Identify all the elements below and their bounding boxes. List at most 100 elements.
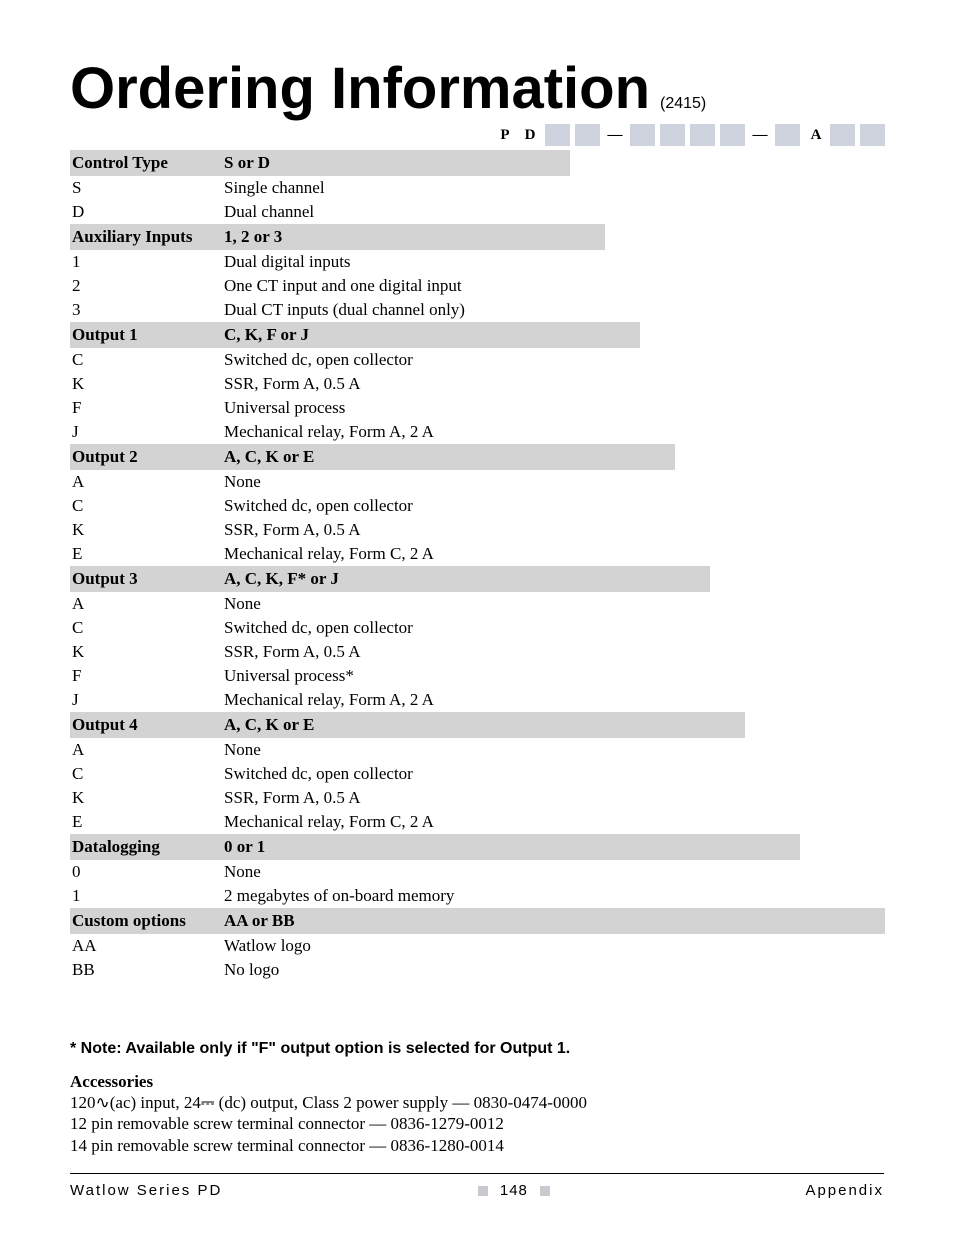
page-footer: Watlow Series PD 148 Appendix	[70, 1173, 884, 1199]
option-desc: None	[222, 860, 885, 884]
option-desc: Mechanical relay, Form A, 2 A	[222, 688, 885, 712]
option-code: F	[70, 396, 222, 420]
code-D: D	[520, 124, 540, 146]
option-desc: None	[222, 592, 885, 616]
section-options: C, K, F or J	[222, 322, 640, 348]
section-options: A, C, K, F* or J	[222, 566, 710, 592]
footer-center: 148	[478, 1182, 550, 1199]
section-name: Auxiliary Inputs	[70, 224, 222, 250]
code-cell	[630, 124, 655, 146]
option-row: C Switched dc, open collector	[70, 762, 885, 786]
option-row: J Mechanical relay, Form A, 2 A	[70, 420, 885, 444]
option-code: 1	[70, 884, 222, 908]
option-desc: Dual digital inputs	[222, 250, 885, 274]
option-desc: Switched dc, open collector	[222, 762, 885, 786]
section-name: Output 3	[70, 566, 222, 592]
option-row: E Mechanical relay, Form C, 2 A	[70, 810, 885, 834]
accessory-line: 14 pin removable screw terminal connecto…	[70, 1135, 884, 1156]
footnote: * Note: Available only if "F" output opt…	[70, 1040, 884, 1058]
option-desc: Switched dc, open collector	[222, 616, 885, 640]
section-head: Control Type S or D	[70, 150, 570, 176]
ordering-table: Control Type S or D S Single channel D D…	[70, 150, 885, 982]
option-desc: SSR, Form A, 0.5 A	[222, 518, 885, 542]
code-cell	[720, 124, 745, 146]
title-code: (2415)	[660, 95, 706, 113]
option-row: A None	[70, 470, 885, 494]
option-code: K	[70, 518, 222, 542]
title-line: Ordering Information (2415)	[70, 60, 884, 118]
code-P: P	[495, 124, 515, 146]
option-row: K SSR, Form A, 0.5 A	[70, 640, 885, 664]
code-cell	[830, 124, 855, 146]
option-desc: SSR, Form A, 0.5 A	[222, 640, 885, 664]
option-code: C	[70, 348, 222, 372]
option-desc: Mechanical relay, Form C, 2 A	[222, 542, 885, 566]
option-row: AA Watlow logo	[70, 934, 885, 958]
code-cell	[690, 124, 715, 146]
option-row: D Dual channel	[70, 200, 885, 224]
option-code: A	[70, 470, 222, 494]
page-number: 148	[500, 1182, 528, 1199]
option-desc: No logo	[222, 958, 885, 982]
section-options: A, C, K or E	[222, 444, 675, 470]
option-code: C	[70, 616, 222, 640]
option-code: J	[70, 688, 222, 712]
section-head: Output 4 A, C, K or E	[70, 712, 745, 738]
page-title: Ordering Information	[70, 60, 650, 118]
option-row: C Switched dc, open collector	[70, 348, 885, 372]
option-desc: Switched dc, open collector	[222, 494, 885, 518]
accessory-line: 120∿(ac) input, 24⎓ (dc) output, Class 2…	[70, 1092, 884, 1113]
footer-right: Appendix	[805, 1182, 884, 1199]
option-desc: SSR, Form A, 0.5 A	[222, 786, 885, 810]
section-head: Auxiliary Inputs 1, 2 or 3	[70, 224, 605, 250]
option-row: J Mechanical relay, Form A, 2 A	[70, 688, 885, 712]
option-desc: 2 megabytes of on-board memory	[222, 884, 885, 908]
square-icon	[540, 1186, 550, 1196]
option-row: A None	[70, 738, 885, 762]
option-desc: None	[222, 738, 885, 762]
option-desc: Universal process*	[222, 664, 885, 688]
section-options: A, C, K or E	[222, 712, 745, 738]
option-code: K	[70, 640, 222, 664]
section-options: 0 or 1	[222, 834, 800, 860]
option-code: A	[70, 592, 222, 616]
option-code: E	[70, 810, 222, 834]
option-row: 1 Dual digital inputs	[70, 250, 885, 274]
section-head: Datalogging 0 or 1	[70, 834, 800, 860]
option-code: E	[70, 542, 222, 566]
accessories-heading: Accessories	[70, 1072, 884, 1092]
section-name: Output 4	[70, 712, 222, 738]
option-desc: Switched dc, open collector	[222, 348, 885, 372]
section-name: Control Type	[70, 150, 222, 176]
option-row: C Switched dc, open collector	[70, 616, 885, 640]
option-code: C	[70, 762, 222, 786]
code-cell	[660, 124, 685, 146]
code-cell	[860, 124, 885, 146]
code-dash1: —	[605, 124, 625, 146]
option-row: K SSR, Form A, 0.5 A	[70, 372, 885, 396]
code-A: A	[806, 124, 826, 146]
code-cell	[775, 124, 800, 146]
section-head: Output 3 A, C, K, F* or J	[70, 566, 710, 592]
option-code: 0	[70, 860, 222, 884]
option-code: S	[70, 176, 222, 200]
option-desc: Mechanical relay, Form A, 2 A	[222, 420, 885, 444]
section-head: Output 1 C, K, F or J	[70, 322, 640, 348]
option-code: BB	[70, 958, 222, 982]
option-row: 2 One CT input and one digital input	[70, 274, 885, 298]
option-row: K SSR, Form A, 0.5 A	[70, 786, 885, 810]
option-desc: SSR, Form A, 0.5 A	[222, 372, 885, 396]
option-code: J	[70, 420, 222, 444]
section-name: Custom options	[70, 908, 222, 934]
option-code: 2	[70, 274, 222, 298]
code-dash2: —	[750, 124, 770, 146]
accessory-line: 12 pin removable screw terminal connecto…	[70, 1113, 884, 1134]
section-name: Output 2	[70, 444, 222, 470]
section-head: Output 2 A, C, K or E	[70, 444, 675, 470]
option-code: K	[70, 372, 222, 396]
option-row: C Switched dc, open collector	[70, 494, 885, 518]
option-desc: One CT input and one digital input	[222, 274, 885, 298]
option-desc: Single channel	[222, 176, 885, 200]
option-code: AA	[70, 934, 222, 958]
option-row: F Universal process	[70, 396, 885, 420]
